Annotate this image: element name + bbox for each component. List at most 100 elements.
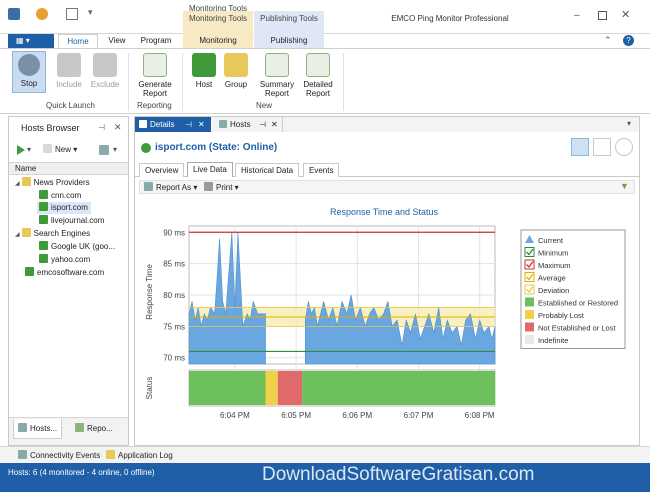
- minimize-icon[interactable]: –: [574, 10, 580, 21]
- legend-label: Average: [538, 274, 566, 283]
- new-group-button[interactable]: Group: [221, 53, 251, 89]
- host-title: isport.com (State: Online): [155, 142, 278, 153]
- tab-publishing[interactable]: Publishing: [254, 34, 324, 48]
- title-bar: ▾ Monitoring Tools Monitoring Tools Publ…: [0, 0, 650, 34]
- print-label: Print: [216, 183, 233, 192]
- subtab-events[interactable]: Events: [303, 163, 340, 177]
- report-as-button[interactable]: Report As ▾: [144, 182, 197, 193]
- detailed-report-icon: [306, 53, 330, 77]
- ribbon-collapse-icon[interactable]: ⌃: [604, 35, 612, 46]
- summary-report-label: Summary Report: [259, 80, 295, 98]
- tab-pin-icon[interactable]: ⊣: [185, 117, 192, 132]
- start-icon[interactable]: [17, 145, 25, 155]
- legend-label: Not Established or Lost: [538, 324, 616, 333]
- quick-access-window-icon[interactable]: [66, 8, 78, 20]
- tree-item-yahoo[interactable]: yahoo.com: [39, 254, 90, 266]
- help-icon[interactable]: ?: [623, 35, 634, 46]
- tree-item-isport[interactable]: isport.com: [37, 202, 91, 214]
- tree-item-emcosoftware[interactable]: emcosoftware.com: [25, 267, 104, 279]
- stop-button[interactable]: Stop: [12, 51, 46, 93]
- exclude-button[interactable]: Exclude: [88, 53, 122, 89]
- tree-item-label: livejournal.com: [51, 216, 105, 225]
- x-tick-label: 6:06 PM: [342, 411, 372, 420]
- stop-label: Stop: [20, 79, 38, 88]
- include-button[interactable]: Include: [52, 53, 86, 89]
- x-tick-label: 6:08 PM: [465, 411, 495, 420]
- detailed-report-button[interactable]: Detailed Report: [298, 53, 338, 98]
- tab-program[interactable]: Program: [136, 34, 176, 48]
- monitoring-tools-title: Monitoring Tools: [188, 14, 248, 23]
- expand-icon[interactable]: ◢: [15, 181, 20, 187]
- name-column-header[interactable]: Name: [9, 162, 128, 175]
- details-tab-icon: [139, 120, 147, 128]
- ribbon-body: Stop Include Exclude Quick Launch Genera…: [0, 48, 650, 114]
- details-subtabs: Overview Live Data Historical Data Event…: [135, 162, 639, 177]
- hosts-browser-bottom-tabs: Hosts... Repo...: [9, 417, 128, 445]
- close-icon[interactable]: ✕: [621, 8, 630, 21]
- quick-access-icon[interactable]: [36, 8, 48, 20]
- reports-tab-icon: [75, 423, 84, 432]
- application-log-icon: [106, 450, 115, 459]
- hosts-tab-icon: [18, 423, 27, 432]
- subtab-live-data[interactable]: Live Data: [187, 162, 233, 177]
- maximize-icon[interactable]: [598, 11, 607, 20]
- summary-report-button[interactable]: Summary Report: [257, 53, 297, 98]
- folder-icon: [21, 228, 31, 237]
- tab-pin-icon[interactable]: ⊣: [259, 117, 266, 132]
- x-tick-label: 6:07 PM: [404, 411, 434, 420]
- publishing-tools-title: Publishing Tools: [260, 14, 318, 23]
- x-tick-label: 6:04 PM: [220, 411, 250, 420]
- switch-view-icon[interactable]: [571, 138, 589, 156]
- expand-icon[interactable]: ◢: [15, 232, 20, 238]
- group-label-new: New: [256, 101, 273, 110]
- group-label-reporting: Reporting: [137, 101, 172, 110]
- new-label: New: [55, 145, 72, 154]
- tree-item-news-providers[interactable]: ◢ News Providers: [15, 177, 90, 189]
- panel-close-icon[interactable]: ✕: [114, 122, 122, 133]
- tab-close-icon[interactable]: ✕: [198, 117, 205, 132]
- filter-icon[interactable]: ▼: [620, 181, 629, 191]
- bottom-tab-reports[interactable]: Repo...: [71, 419, 117, 439]
- tree-item-label: emcosoftware.com: [37, 268, 105, 277]
- host-online-icon: [39, 241, 48, 250]
- connectivity-events-tab[interactable]: Connectivity Events: [18, 450, 100, 460]
- collapse-details-icon[interactable]: [615, 138, 633, 156]
- doc-tab-details[interactable]: Details ⊣ ✕: [135, 117, 211, 132]
- details-document: isport.com (State: Online) Overview Live…: [134, 132, 640, 446]
- qat-dropdown-icon[interactable]: ▾: [88, 7, 93, 18]
- tab-monitoring[interactable]: Monitoring: [183, 34, 253, 48]
- view-options-dropdown-icon[interactable]: ▾: [113, 145, 117, 154]
- generate-report-button[interactable]: Generate Report: [134, 53, 176, 98]
- pin-icon[interactable]: ⊣: [98, 123, 105, 132]
- doc-tabs-dropdown-icon[interactable]: ▾: [627, 119, 631, 128]
- file-menu-button[interactable]: ▦ ▾: [8, 34, 54, 48]
- tab-close-icon[interactable]: ✕: [271, 117, 278, 132]
- include-label: Include: [56, 80, 82, 89]
- tab-home[interactable]: Home: [58, 34, 98, 48]
- y-tick-label: 80 ms: [163, 291, 185, 300]
- subtab-overview[interactable]: Overview: [139, 163, 185, 177]
- bottom-tab-label: Connectivity Events: [30, 451, 101, 460]
- folder-icon: [21, 177, 31, 186]
- subtab-historical-data[interactable]: Historical Data: [235, 163, 300, 177]
- bottom-tab-hosts[interactable]: Hosts...: [13, 419, 63, 439]
- print-button[interactable]: Print ▾: [204, 182, 239, 193]
- tree-item-livejournal[interactable]: livejournal.com: [39, 215, 104, 227]
- status-segment: [302, 371, 495, 405]
- new-host-button[interactable]: Host: [189, 53, 219, 89]
- legend-swatch: [525, 335, 534, 344]
- host-online-icon: [39, 254, 48, 263]
- start-dropdown-icon[interactable]: ▾: [27, 145, 31, 154]
- document-tab-strip: Details ⊣ ✕ Hosts ⊣ ✕ ▾: [134, 116, 640, 132]
- new-dropdown-button[interactable]: New ▾: [43, 144, 77, 156]
- application-log-tab[interactable]: Application Log: [106, 450, 173, 460]
- legend-swatch: [525, 322, 534, 332]
- tree-item-search-engines[interactable]: ◢ Search Engines: [15, 228, 90, 240]
- tree-item-cnn[interactable]: cnn.com: [39, 190, 81, 202]
- tab-view[interactable]: View: [104, 34, 130, 48]
- view-options-icon[interactable]: [99, 145, 109, 155]
- tree-item-google-uk[interactable]: Google UK (goo...: [39, 241, 115, 253]
- pin-details-icon[interactable]: [593, 138, 611, 156]
- host-online-icon: [25, 267, 34, 276]
- doc-tab-hosts[interactable]: Hosts ⊣ ✕: [215, 117, 283, 132]
